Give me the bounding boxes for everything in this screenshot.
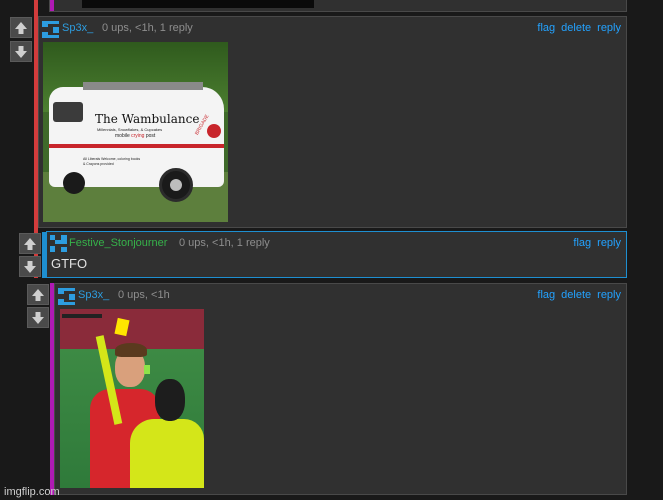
upvote-arrow-icon bbox=[32, 289, 44, 301]
downvote-button[interactable] bbox=[19, 256, 41, 277]
van-wheel-front bbox=[159, 168, 193, 202]
downvote-arrow-icon bbox=[32, 312, 44, 324]
user-avatar-icon[interactable] bbox=[58, 288, 75, 305]
upvote-button[interactable] bbox=[10, 17, 32, 38]
thread-bar-outer bbox=[34, 0, 38, 16]
van-red-stripe bbox=[49, 144, 224, 148]
van-tagline-crying: crying bbox=[131, 133, 145, 139]
comment-image[interactable] bbox=[60, 309, 204, 488]
comment-3: Sp3x_ 0 ups, <1h flag delete reply bbox=[54, 283, 627, 495]
delete-link[interactable]: delete bbox=[561, 289, 591, 301]
thread-bar bbox=[50, 0, 54, 11]
referee-yellow-shirt bbox=[130, 419, 204, 488]
comment-meta: 0 ups, <1h, 1 reply bbox=[179, 237, 270, 249]
comment-actions: flag delete reply bbox=[531, 289, 621, 301]
delete-link[interactable]: delete bbox=[561, 22, 591, 34]
upvote-button[interactable] bbox=[19, 233, 41, 254]
referee-head bbox=[155, 379, 185, 421]
green-card bbox=[144, 365, 150, 374]
player-hair bbox=[115, 343, 147, 357]
downvote-arrow-icon bbox=[15, 46, 27, 58]
van-wheel-rear bbox=[63, 172, 85, 194]
van-tagline: mobile crying post bbox=[115, 133, 155, 139]
flag-link[interactable]: flag bbox=[537, 22, 555, 34]
van-title: The Wambulance bbox=[95, 112, 200, 126]
username-link[interactable]: Sp3x_ bbox=[78, 289, 109, 301]
upvote-arrow-icon bbox=[15, 22, 27, 34]
comment-1: Sp3x_ 0 ups, <1h, 1 reply flag delete repl… bbox=[38, 16, 627, 228]
comment-meta: 0 ups, <1h bbox=[118, 289, 170, 301]
imgflip-watermark: imgflip.com bbox=[4, 486, 60, 498]
comment-partial-top bbox=[49, 0, 627, 12]
downvote-arrow-icon bbox=[24, 261, 36, 273]
username-link[interactable]: Sp3x_ bbox=[62, 22, 93, 34]
upvote-arrow-icon bbox=[24, 238, 36, 250]
username-link[interactable]: Festive_Stonjourner bbox=[69, 237, 167, 249]
comment-actions: flag reply bbox=[567, 237, 621, 249]
van-tagline-c: post bbox=[144, 133, 156, 139]
user-avatar-icon[interactable] bbox=[42, 21, 59, 38]
comment-text: GTFO bbox=[51, 256, 88, 271]
flag-link[interactable]: flag bbox=[537, 289, 555, 301]
comment-meta: 0 ups, <1h, 1 reply bbox=[102, 22, 193, 34]
scoreboard bbox=[62, 314, 102, 318]
comment-2: Festive_Stonjourner 0 ups, <1h, 1 reply … bbox=[46, 231, 627, 278]
van-roof-rack bbox=[83, 82, 203, 90]
van-star-of-life bbox=[207, 124, 221, 138]
comment-image[interactable]: The Wambulance Millennials, Snowflakes, … bbox=[43, 42, 228, 222]
van-small-text: All Liberals Welcome, coloring books & C… bbox=[83, 157, 141, 166]
partial-image bbox=[82, 0, 314, 8]
reply-link[interactable]: reply bbox=[597, 237, 621, 249]
comment-actions: flag delete reply bbox=[531, 22, 621, 34]
van-tagline-a: mobile bbox=[115, 133, 132, 139]
flag-link[interactable]: flag bbox=[573, 237, 591, 249]
van-window bbox=[53, 102, 83, 122]
reply-link[interactable]: reply bbox=[597, 289, 621, 301]
downvote-button[interactable] bbox=[27, 307, 49, 328]
user-avatar-icon[interactable] bbox=[50, 235, 67, 252]
downvote-button[interactable] bbox=[10, 41, 32, 62]
van-subtitle: Millennials, Snowflakes, & Cupcakes bbox=[97, 127, 163, 132]
reply-link[interactable]: reply bbox=[597, 22, 621, 34]
upvote-button[interactable] bbox=[27, 284, 49, 305]
